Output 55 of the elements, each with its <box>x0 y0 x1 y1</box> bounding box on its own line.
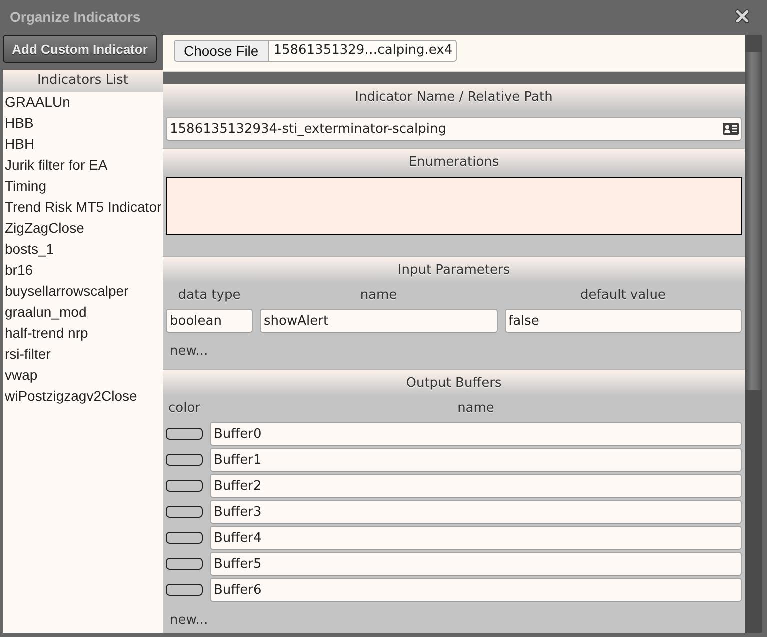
list-item[interactable]: br16 <box>3 260 163 281</box>
default-value-field[interactable]: false <box>504 309 742 333</box>
id-card-icon[interactable] <box>723 123 739 135</box>
list-item[interactable]: buysellarrowscalper <box>3 281 163 302</box>
list-item[interactable]: GRAALUn <box>3 92 163 113</box>
list-item[interactable]: half-trend nrp <box>3 323 163 344</box>
list-item[interactable]: HBH <box>3 134 163 155</box>
buffer-name-field[interactable]: Buffer4 <box>210 526 742 550</box>
list-item[interactable]: Jurik filter for EA <box>3 155 163 176</box>
column-header: data type <box>177 287 242 305</box>
list-item[interactable]: Timing <box>3 176 163 197</box>
new-buffer-link[interactable]: new... <box>166 612 208 628</box>
list-item[interactable]: bosts_1 <box>3 239 163 260</box>
window-title: Organize Indicators <box>10 8 141 24</box>
data-type-field[interactable]: boolean <box>166 309 253 333</box>
color-swatch-icon[interactable] <box>166 584 203 596</box>
section-header: Output Buffers <box>163 369 745 396</box>
list-item[interactable]: wiPostzigzagv2Close <box>3 386 163 407</box>
enumerations-textarea[interactable] <box>166 177 742 235</box>
color-swatch-icon[interactable] <box>166 454 203 466</box>
buffer-name-field[interactable]: Buffer6 <box>210 578 742 602</box>
column-header: name <box>359 287 398 305</box>
section-header: Input Parameters <box>163 256 745 283</box>
color-swatch-icon[interactable] <box>166 506 203 518</box>
add-custom-indicator-button[interactable]: Add Custom Indicator <box>3 35 157 63</box>
file-name: 15861351329…calping.ex4 <box>272 42 454 60</box>
close-icon[interactable] <box>735 9 750 24</box>
color-swatch-icon[interactable] <box>166 480 203 492</box>
buffer-name-field[interactable]: Buffer3 <box>210 500 742 524</box>
column-header: default value <box>580 287 667 305</box>
column-header: color <box>167 400 202 418</box>
list-item[interactable]: graalun_mod <box>3 302 163 323</box>
list-item[interactable]: rsi-filter <box>3 344 163 365</box>
list-item[interactable]: Trend Risk MT5 Indicator <box>3 197 163 218</box>
buffer-name-field[interactable]: Buffer0 <box>210 422 742 446</box>
buffer-name-field[interactable]: Buffer2 <box>210 474 742 498</box>
section-header: Indicator Name / Relative Path <box>163 84 745 112</box>
color-swatch-icon[interactable] <box>166 428 203 440</box>
buffer-name-field[interactable]: Buffer1 <box>210 448 742 472</box>
choose-file-button[interactable]: Choose File <box>175 41 269 61</box>
column-header: name <box>456 400 496 418</box>
new-parameter-link[interactable]: new... <box>166 344 208 358</box>
section-header: Enumerations <box>163 148 745 175</box>
list-item[interactable]: HBB <box>3 113 163 134</box>
parameter-name-field[interactable]: showAlert <box>260 309 498 333</box>
scrollbar[interactable] <box>745 35 762 633</box>
color-swatch-icon[interactable] <box>166 558 203 570</box>
list-item[interactable]: vwap <box>3 365 163 386</box>
color-swatch-icon[interactable] <box>166 532 203 544</box>
file-picker[interactable]: Choose File 15861351329…calping.ex4 <box>174 40 457 62</box>
indicator-name-field[interactable]: 1586135132934-sti_exterminator-scalping <box>166 117 742 141</box>
list-item[interactable]: ZigZagClose <box>3 218 163 239</box>
buffer-name-field[interactable]: Buffer5 <box>210 552 742 576</box>
list-header: Indicators List <box>3 70 163 92</box>
scrollbar-thumb[interactable] <box>745 52 762 390</box>
